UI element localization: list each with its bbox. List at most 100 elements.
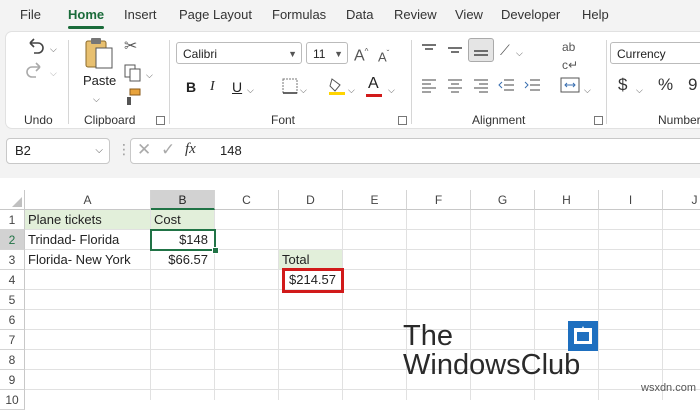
menu-page-layout[interactable]: Page Layout (179, 0, 252, 30)
orientation-icon[interactable]: ⟋ (500, 41, 510, 59)
row-header-2[interactable]: 2 (0, 230, 25, 250)
percent-format-icon[interactable]: % (658, 76, 673, 94)
row-header-4[interactable]: 4 (0, 270, 25, 290)
cell-d3[interactable]: Total (279, 250, 343, 270)
paste-label[interactable]: Paste (83, 73, 116, 88)
underline-dropdown-icon[interactable]: ⌵ (247, 81, 254, 99)
undo-dropdown-icon[interactable]: ⌵ (50, 40, 57, 58)
decrease-indent-icon[interactable] (498, 77, 516, 93)
paste-dropdown-icon[interactable]: ⌵ (93, 90, 100, 108)
fill-color-dropdown-icon[interactable]: ⌵ (348, 81, 355, 99)
column-header-i[interactable]: I (599, 190, 663, 210)
menu-data[interactable]: Data (346, 0, 373, 30)
menu-developer[interactable]: Developer (501, 0, 560, 30)
cancel-icon[interactable]: ✕ (137, 140, 151, 160)
row-header-3[interactable]: 3 (0, 250, 25, 270)
row-header-8[interactable]: 8 (0, 350, 25, 370)
number-format-select[interactable]: Currency (610, 42, 700, 64)
column-header-a[interactable]: A (25, 190, 151, 210)
row-header-7[interactable]: 7 (0, 330, 25, 350)
ribbon-panel: ⌵ ⌵ Undo Paste ⌵ ✂ ⌵ Clipboard Calibri ▼… (6, 32, 700, 128)
clipboard-launcher-icon[interactable] (156, 116, 165, 125)
middle-align-icon[interactable] (446, 42, 464, 58)
shrink-font-icon[interactable]: Aˇ (378, 45, 389, 66)
column-header-e[interactable]: E (343, 190, 407, 210)
top-align-icon[interactable] (420, 42, 438, 58)
menu-insert[interactable]: Insert (124, 0, 157, 30)
copy-icon[interactable] (124, 64, 142, 82)
font-name-select[interactable]: Calibri ▼ (176, 42, 302, 64)
merge-dropdown-icon[interactable]: ⌵ (584, 81, 591, 99)
format-painter-icon[interactable] (124, 88, 142, 106)
menu-view[interactable]: View (455, 0, 483, 30)
redo-icon[interactable] (24, 62, 46, 80)
borders-icon[interactable] (282, 78, 298, 94)
menu-bar: File Home Insert Page Layout Formulas Da… (0, 0, 700, 30)
cell-b1[interactable]: Cost (151, 210, 215, 230)
row-header-9[interactable]: 9 (0, 370, 25, 390)
drag-handle-icon[interactable]: ⋮ (117, 141, 131, 158)
chevron-down-icon: ▼ (334, 49, 343, 59)
group-label-undo: Undo (24, 113, 53, 127)
font-color-dropdown-icon[interactable]: ⌵ (388, 81, 395, 99)
bottom-align-button[interactable] (468, 38, 494, 62)
column-header-j[interactable]: J (663, 190, 700, 210)
copy-dropdown-icon[interactable]: ⌵ (146, 66, 153, 84)
wrap-text-icon[interactable]: ab c↵ (562, 38, 578, 74)
watermark-line1: The (403, 320, 453, 352)
grow-font-icon[interactable]: A^ (354, 43, 368, 65)
column-header-f[interactable]: F (407, 190, 471, 210)
font-color-icon[interactable]: A (368, 75, 379, 93)
separator (169, 40, 170, 124)
align-right-icon[interactable] (472, 77, 490, 93)
currency-format-icon[interactable]: $ (618, 76, 627, 94)
column-header-h[interactable]: H (535, 190, 599, 210)
undo-icon[interactable] (24, 38, 46, 56)
menu-formulas[interactable]: Formulas (272, 0, 326, 30)
row-header-5[interactable]: 5 (0, 290, 25, 310)
font-size-select[interactable]: 11 ▼ (306, 42, 348, 64)
column-header-b[interactable]: B (151, 190, 215, 210)
cell-a1[interactable]: Plane tickets (25, 210, 151, 230)
name-box[interactable]: B2 ⌵ (6, 138, 110, 164)
fill-handle[interactable] (212, 247, 219, 254)
insert-function-icon[interactable]: fx (185, 141, 196, 158)
row-header-10[interactable]: 10 (0, 390, 25, 410)
cut-icon[interactable]: ✂ (124, 38, 137, 56)
comma-style-icon[interactable]: 9 (688, 76, 697, 94)
column-header-c[interactable]: C (215, 190, 279, 210)
menu-file[interactable]: File (20, 0, 41, 30)
redo-dropdown-icon[interactable]: ⌵ (50, 64, 57, 82)
worksheet-grid: A B C D E F G H I J 1 2 3 4 5 6 7 8 9 10… (0, 178, 700, 410)
row-header-6[interactable]: 6 (0, 310, 25, 330)
fill-color-icon[interactable] (328, 76, 346, 96)
cell-a3[interactable]: Florida- New York (25, 250, 151, 270)
formula-input[interactable]: 148 (206, 138, 700, 164)
column-header-d[interactable]: D (279, 190, 343, 210)
separator (411, 40, 412, 124)
select-all-triangle-icon (12, 197, 22, 207)
enter-icon[interactable]: ✓ (161, 140, 175, 160)
cell-a2[interactable]: Trindad- Florida (25, 230, 151, 250)
increase-indent-icon[interactable] (524, 77, 542, 93)
align-center-icon[interactable] (446, 77, 464, 93)
paste-icon[interactable] (82, 36, 116, 72)
underline-button[interactable]: U (232, 78, 242, 96)
menu-review[interactable]: Review (394, 0, 437, 30)
cell-b3[interactable]: $66.57 (151, 250, 215, 270)
alignment-launcher-icon[interactable] (594, 116, 603, 125)
borders-dropdown-icon[interactable]: ⌵ (300, 81, 307, 99)
merge-center-icon[interactable] (560, 77, 580, 93)
watermark: The WindowsClub (403, 322, 580, 380)
column-header-g[interactable]: G (471, 190, 535, 210)
menu-help[interactable]: Help (582, 0, 609, 30)
select-all-corner[interactable] (0, 190, 25, 210)
chevron-down-icon: ▼ (288, 49, 297, 59)
bold-button[interactable]: B (186, 78, 196, 96)
currency-dropdown-icon[interactable]: ⌵ (636, 81, 643, 99)
font-launcher-icon[interactable] (398, 116, 407, 125)
row-header-1[interactable]: 1 (0, 210, 25, 230)
align-left-icon[interactable] (420, 77, 438, 93)
orientation-dropdown-icon[interactable]: ⌵ (516, 44, 523, 62)
italic-button[interactable]: I (210, 78, 215, 96)
